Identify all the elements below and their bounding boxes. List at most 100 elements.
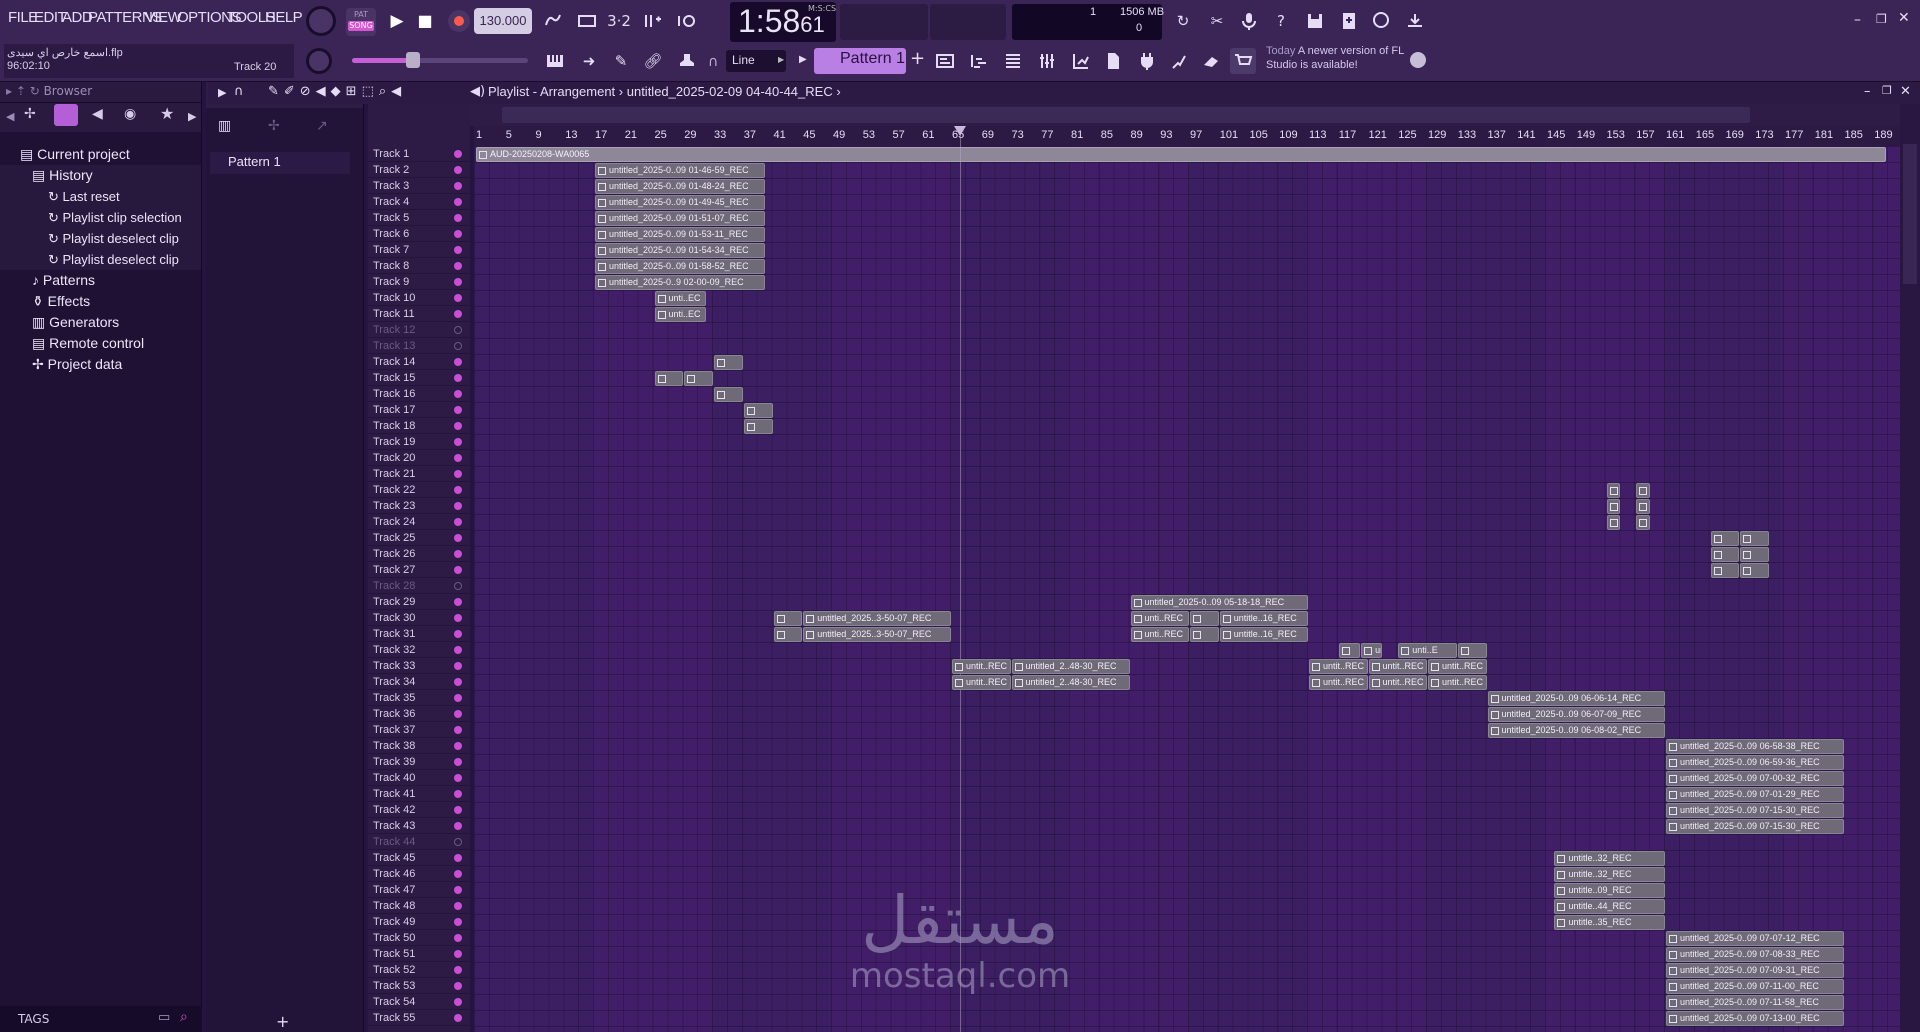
track-header[interactable]: Track 11 — [368, 306, 470, 322]
playlist-clip[interactable]: untitled_2025-0..09 06-08-02_REC — [1487, 723, 1665, 738]
track-header[interactable]: Track 28 — [368, 578, 470, 594]
track-header[interactable]: Track 27 — [368, 562, 470, 578]
track-mute-led-icon[interactable] — [454, 966, 462, 974]
track-header[interactable]: Track 25 — [368, 530, 470, 546]
track-mute-led-icon[interactable] — [454, 150, 462, 158]
playlist-clip[interactable]: unti..E — [1398, 643, 1457, 658]
stamp-icon[interactable] — [674, 48, 700, 74]
track-header[interactable]: Track 47 — [368, 882, 470, 898]
playlist-clip[interactable] — [1710, 547, 1740, 562]
tree-current-project[interactable]: ▤ Current project — [0, 144, 201, 165]
magnet-icon[interactable]: ∩ — [234, 84, 244, 99]
current-project-tab-icon[interactable] — [54, 104, 78, 126]
track-header[interactable]: Track 14 — [368, 354, 470, 370]
playlist-clip[interactable]: untitle..09_REC — [1554, 883, 1665, 898]
wait-input-icon[interactable] — [574, 8, 600, 34]
track-mute-led-icon[interactable] — [454, 982, 462, 990]
playlist-clip[interactable]: untitle..35_REC — [1554, 915, 1665, 930]
step-edit-icon[interactable] — [640, 8, 666, 34]
track-mute-led-icon[interactable] — [454, 758, 462, 766]
track-mute-led-icon[interactable] — [454, 598, 462, 606]
track-header[interactable]: Track 37 — [368, 722, 470, 738]
playlist-clip[interactable]: untitled_2025-0..09 01-46-59_REC — [595, 163, 766, 178]
track-header[interactable]: Track 21 — [368, 466, 470, 482]
pencil-icon[interactable]: ✎ — [608, 48, 634, 74]
track-mute-led-icon[interactable] — [454, 230, 462, 238]
playlist-clip[interactable]: untitle..16_REC — [1219, 627, 1308, 642]
track-header[interactable]: Track 36 — [368, 706, 470, 722]
track-mute-led-icon[interactable] — [454, 742, 462, 750]
playlist-clip[interactable]: untitled_2025-0..09 07-11-58_REC — [1666, 995, 1844, 1010]
track-header[interactable]: Track 40 — [368, 770, 470, 786]
track-mute-led-icon[interactable] — [454, 358, 462, 366]
playlist-clip[interactable]: unti..REC — [1130, 627, 1189, 642]
playlist-clip[interactable] — [1190, 627, 1219, 642]
track-header[interactable]: Track 17 — [368, 402, 470, 418]
track-mute-led-icon[interactable] — [454, 854, 462, 862]
master-pitch-knob[interactable] — [306, 48, 332, 74]
track-mute-led-icon[interactable] — [454, 486, 462, 494]
pattern-prev-icon[interactable]: ▶ — [799, 54, 807, 65]
track-header[interactable]: Track 50 — [368, 930, 470, 946]
track-mute-led-icon[interactable] — [454, 406, 462, 414]
playlist-clip[interactable]: untitle..32_REC — [1554, 851, 1665, 866]
scroll-thumb[interactable] — [502, 107, 1750, 123]
audio-icon[interactable]: ↗ — [316, 118, 328, 134]
playlist-clip[interactable]: untit..REC — [952, 675, 1011, 690]
track-mute-led-icon[interactable] — [454, 806, 462, 814]
track-mute-led-icon[interactable] — [454, 278, 462, 286]
track-header[interactable]: Track 20 — [368, 450, 470, 466]
link-icon[interactable]: 🔗︎ — [640, 48, 666, 74]
channel-routing-icon[interactable] — [1068, 48, 1094, 74]
track-mute-led-icon[interactable] — [454, 934, 462, 942]
playlist-clip[interactable]: untitled_2025-0..09 01-48-24_REC — [595, 179, 766, 194]
track-mute-led-icon[interactable] — [454, 886, 462, 894]
microphone-icon[interactable] — [1236, 8, 1262, 34]
track-mute-led-icon[interactable] — [454, 630, 462, 638]
track-mute-led-icon[interactable] — [454, 710, 462, 718]
track-mute-led-icon[interactable] — [454, 502, 462, 510]
playlist-clip[interactable]: untitled_2025-0..09 07-01-29_REC — [1666, 787, 1844, 802]
track-mute-led-icon[interactable] — [454, 374, 462, 382]
tree-history[interactable]: ▤ History — [0, 165, 201, 186]
magnet-icon[interactable]: ∩ — [708, 54, 718, 70]
playlist-clip[interactable] — [1606, 483, 1621, 498]
track-mute-led-icon[interactable] — [454, 550, 462, 558]
playlist-clip[interactable] — [1606, 499, 1621, 514]
minimize-icon[interactable]: – — [1854, 12, 1861, 28]
track-mute-led-icon[interactable] — [454, 662, 462, 670]
globe-icon[interactable] — [1410, 52, 1426, 68]
add-pattern-button[interactable]: + — [276, 1012, 289, 1031]
playlist-clip[interactable]: untitled_2025-0..09 07-11-00_REC — [1666, 979, 1844, 994]
track-header[interactable]: Track 33 — [368, 658, 470, 674]
track-mute-led-icon[interactable] — [454, 838, 462, 846]
track-header[interactable]: Track 6 — [368, 226, 470, 242]
countdown-icon[interactable]: 3·2 — [606, 8, 632, 34]
tempo-display[interactable]: 130.000 — [474, 8, 532, 34]
audio-clip[interactable]: AUD-20250208-WA0065 — [476, 147, 1886, 162]
playlist-clip[interactable]: untitled_2025-0..09 06-58-38_REC — [1666, 739, 1844, 754]
playlist-clip[interactable]: untitled_2025-0..09 07-07-12_REC — [1666, 931, 1844, 946]
track-mute-led-icon[interactable] — [454, 1014, 462, 1022]
track-header[interactable]: Track 32 — [368, 642, 470, 658]
playlist-clip[interactable]: untitled_2025-0..09 07-09-31_REC — [1666, 963, 1844, 978]
track-mute-led-icon[interactable] — [454, 438, 462, 446]
track-header[interactable]: Track 3 — [368, 178, 470, 194]
track-header[interactable]: Track 15 — [368, 370, 470, 386]
playlist-clip[interactable] — [743, 419, 773, 434]
track-header[interactable]: Track 51 — [368, 946, 470, 962]
track-header[interactable]: Track 2 — [368, 162, 470, 178]
playlist-clip[interactable]: untitled_2025-0..09 07-15-30_REC — [1666, 803, 1844, 818]
loop-record-icon[interactable] — [674, 8, 700, 34]
tree-history-item[interactable]: ↻ Playlist clip selection — [0, 207, 201, 228]
star-icon[interactable]: ★ — [160, 104, 174, 123]
tree-patterns[interactable]: ♪ Patterns — [0, 270, 201, 291]
playlist-clip[interactable]: untitled_2025..3-50-07_REC — [803, 627, 951, 642]
playlist-clip[interactable]: untitled_2025-0..09 07-15-30_REC — [1666, 819, 1844, 834]
tree-history-item[interactable]: ↻ Playlist deselect clip — [0, 249, 201, 270]
metronome-icon[interactable] — [540, 8, 566, 34]
playlist-clip[interactable]: untit..REC — [1428, 659, 1487, 674]
add-pattern-icon[interactable]: + — [910, 48, 925, 69]
track-mute-led-icon[interactable] — [454, 422, 462, 430]
track-mute-led-icon[interactable] — [454, 646, 462, 654]
